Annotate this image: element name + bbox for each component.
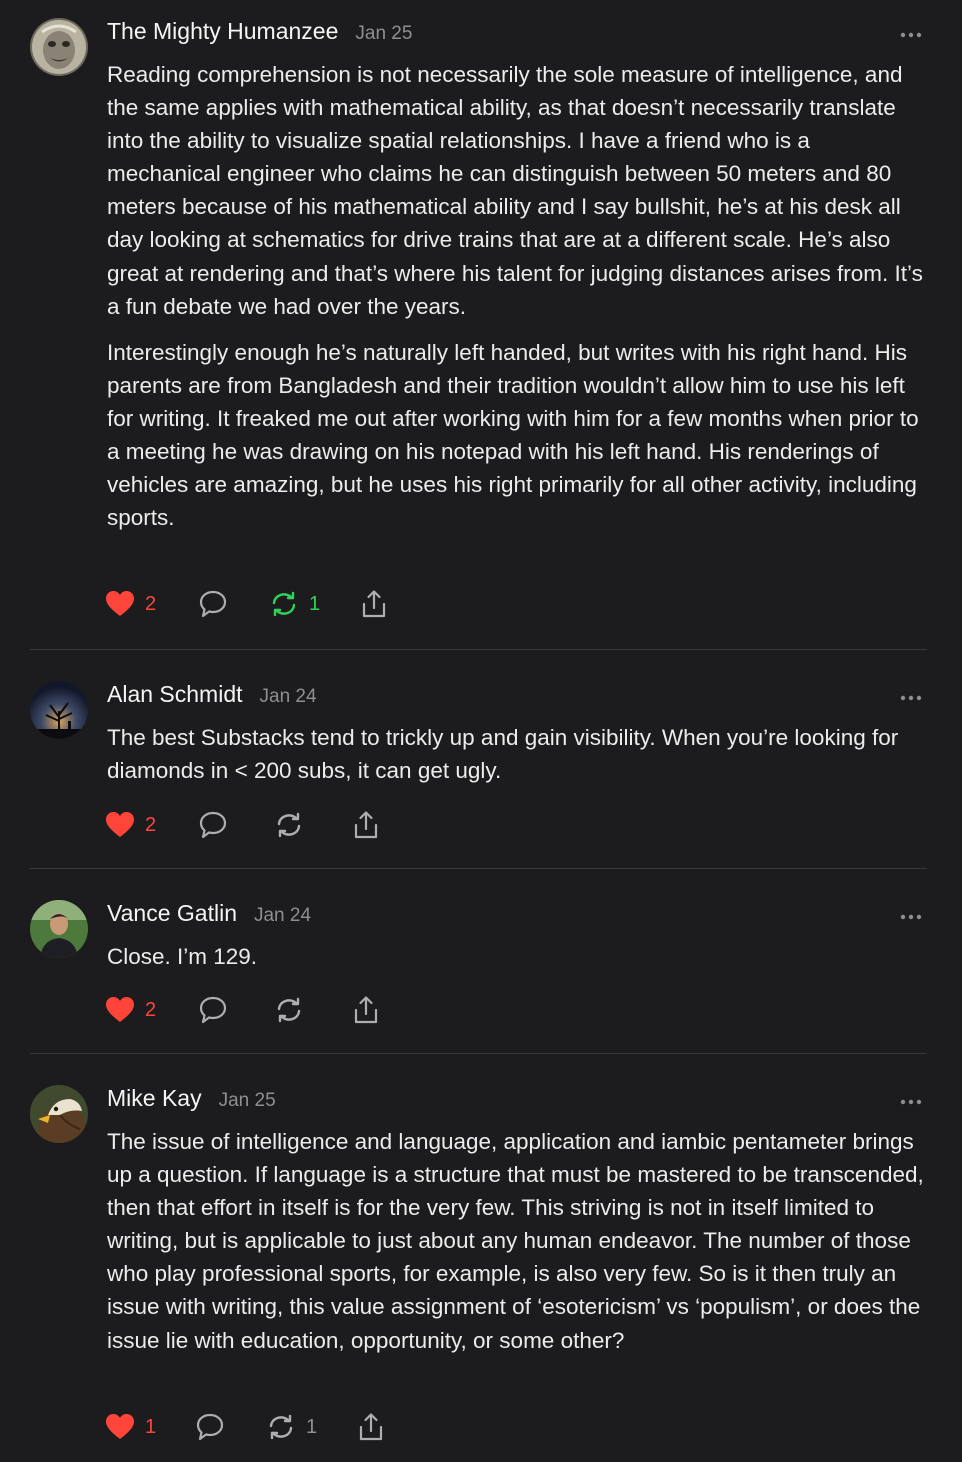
share-icon <box>359 1413 383 1441</box>
restack-count: 1 <box>306 1415 318 1438</box>
author-name[interactable]: Vance Gatlin <box>107 900 237 927</box>
restack-button[interactable] <box>274 993 304 1027</box>
comment-paragraph: Reading comprehension is not necessarily… <box>107 62 923 319</box>
reply-button[interactable] <box>198 808 228 842</box>
avatar[interactable] <box>30 1085 88 1143</box>
comment-body: Close. I’m 129. <box>107 940 927 973</box>
like-button[interactable]: 2 <box>105 808 156 842</box>
divider <box>30 1053 927 1054</box>
comment-date[interactable]: Jan 24 <box>260 686 317 708</box>
speech-bubble-icon <box>199 996 227 1024</box>
divider <box>30 868 927 869</box>
restack-arrows-icon <box>272 591 296 617</box>
comment-date[interactable]: Jan 25 <box>219 1090 276 1112</box>
comment-body: The best Substacks tend to trickly up an… <box>107 721 927 787</box>
like-count: 2 <box>145 813 157 836</box>
ellipsis-icon[interactable] <box>900 912 922 922</box>
speech-bubble-icon <box>199 590 227 618</box>
heart-icon <box>106 591 134 616</box>
heart-icon <box>106 812 134 837</box>
restack-arrows-icon <box>277 997 301 1023</box>
restack-arrows-icon <box>269 1414 293 1440</box>
reply-button[interactable] <box>198 587 228 621</box>
heart-icon <box>106 1414 134 1439</box>
reply-button[interactable] <box>198 993 228 1027</box>
restack-count: 1 <box>309 592 321 615</box>
reply-button[interactable] <box>195 1410 225 1444</box>
speech-bubble-icon <box>196 1413 224 1441</box>
comment: Vance Gatlin Jan 24 Close. I’m 129. 2 <box>0 900 962 1050</box>
comment-actions: 2 1 <box>105 587 425 621</box>
comment-actions: 2 <box>105 808 425 842</box>
restack-arrows-icon <box>277 812 301 838</box>
ellipsis-icon[interactable] <box>900 30 922 40</box>
author-name[interactable]: Alan Schmidt <box>107 681 243 708</box>
share-icon <box>354 996 378 1024</box>
comment-actions: 2 <box>105 993 425 1027</box>
speech-bubble-icon <box>199 811 227 839</box>
comment-paragraph: Close. I’m 129. <box>107 944 258 969</box>
share-icon <box>354 811 378 839</box>
author-name[interactable]: The Mighty Humanzee <box>107 18 338 45</box>
comment: The Mighty Humanzee Jan 25 Reading compr… <box>0 18 962 638</box>
restack-button[interactable]: 1 <box>266 1410 317 1444</box>
share-button[interactable] <box>359 587 389 621</box>
avatar[interactable] <box>30 18 88 76</box>
like-count: 2 <box>145 998 157 1021</box>
like-button[interactable]: 2 <box>105 587 156 621</box>
ellipsis-icon[interactable] <box>900 1097 922 1107</box>
comment-paragraph: Interestingly enough he’s naturally left… <box>107 339 919 531</box>
restack-button[interactable]: 1 <box>269 587 320 621</box>
like-button[interactable]: 1 <box>105 1410 156 1444</box>
like-button[interactable]: 2 <box>105 993 156 1027</box>
like-count: 1 <box>145 1415 157 1438</box>
comment-actions: 1 1 <box>105 1410 425 1444</box>
share-button[interactable] <box>356 1410 386 1444</box>
share-icon <box>362 590 386 618</box>
restack-button[interactable] <box>274 808 304 842</box>
comment-date[interactable]: Jan 25 <box>355 23 412 45</box>
comment-body: The issue of intelligence and language, … <box>107 1125 927 1357</box>
comment-date[interactable]: Jan 24 <box>254 905 311 927</box>
comment-paragraph: The issue of intelligence and language, … <box>107 1129 924 1353</box>
author-name[interactable]: Mike Kay <box>107 1085 202 1112</box>
like-count: 2 <box>145 592 157 615</box>
heart-icon <box>106 997 134 1022</box>
share-button[interactable] <box>351 808 381 842</box>
avatar[interactable] <box>30 900 88 958</box>
comment-paragraph: The best Substacks tend to trickly up an… <box>107 725 899 784</box>
divider <box>30 649 927 650</box>
share-button[interactable] <box>351 993 381 1027</box>
comment: Alan Schmidt Jan 24 The best Substacks t… <box>0 681 962 861</box>
ellipsis-icon[interactable] <box>900 693 922 703</box>
comment: Mike Kay Jan 25 The issue of intelligenc… <box>0 1085 962 1462</box>
avatar[interactable] <box>30 681 88 739</box>
comment-body: Reading comprehension is not necessarily… <box>107 58 927 534</box>
